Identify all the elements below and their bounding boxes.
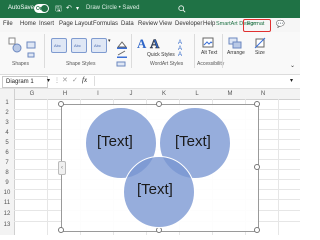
enter-icon[interactable]: ✓	[72, 76, 78, 84]
tab-page-layout[interactable]: Page Layout	[59, 21, 93, 27]
separator	[131, 34, 132, 68]
column-header[interactable]: K	[159, 91, 169, 97]
row-header[interactable]: 1	[0, 100, 14, 106]
ribbon-tabs: File Home Insert Page Layout Formulas Da…	[0, 18, 300, 32]
expand-formula-icon[interactable]: ▾	[290, 77, 293, 84]
text-outline-icon[interactable]: AAA	[178, 38, 186, 61]
row-header[interactable]: 7	[0, 160, 14, 166]
column-header[interactable]: N	[258, 91, 268, 97]
grid-line	[47, 99, 48, 235]
arrange-label: Arrange	[227, 50, 245, 56]
group-label-accessibility: Accessibility	[197, 61, 225, 67]
gallery-more-icon[interactable]: ▾	[108, 38, 111, 44]
row-header[interactable]: 5	[0, 140, 14, 146]
tab-view[interactable]: View	[159, 21, 172, 27]
separator	[194, 34, 195, 68]
resize-handle[interactable]	[58, 227, 64, 233]
resize-handle[interactable]	[254, 227, 260, 233]
alt-text-label: Alt Text	[201, 50, 218, 56]
tab-review[interactable]: Review	[138, 21, 158, 27]
shape-effects-icon[interactable]	[116, 54, 128, 72]
document-title: Draw Circle • Saved	[86, 5, 140, 11]
row-header[interactable]: 10	[0, 190, 14, 196]
row-header[interactable]: 4	[0, 130, 14, 136]
column-header[interactable]: G	[27, 91, 37, 97]
shape-style-3[interactable]: Abc	[91, 38, 107, 53]
comments-icon[interactable]: 💬	[276, 20, 285, 28]
svg-text:A: A	[178, 52, 182, 56]
formula-bar: Diagram 1 ▾ ⋮ ✕ ✓ fx ▾	[0, 75, 300, 89]
column-header[interactable]: L	[192, 91, 202, 97]
search-icon[interactable]	[178, 5, 186, 15]
venn-circle-2-text[interactable]: [Text]	[175, 133, 211, 150]
group-label-shapes: Shapes	[12, 61, 29, 67]
tab-insert[interactable]: Insert	[39, 21, 54, 27]
name-box-dropdown-icon[interactable]: ▾	[47, 77, 50, 84]
row-header[interactable]: 9	[0, 180, 14, 186]
row-header[interactable]: 2	[0, 110, 14, 116]
tab-file[interactable]: File	[3, 21, 13, 27]
resize-handle[interactable]	[254, 164, 260, 170]
shape-style-1[interactable]: Abc	[51, 38, 67, 53]
venn-circle-3-text[interactable]: [Text]	[137, 181, 173, 198]
column-header[interactable]: H	[60, 91, 70, 97]
resize-handle[interactable]	[156, 101, 162, 107]
grid-line	[278, 99, 279, 235]
column-header[interactable]: I	[93, 91, 103, 97]
row-header[interactable]: 12	[0, 211, 14, 217]
group-label-wordart-styles: WordArt Styles	[150, 61, 184, 67]
resize-handle[interactable]	[254, 101, 260, 107]
autosave-label: AutoSave	[8, 5, 35, 11]
group-label-shape-styles: Shape Styles	[66, 61, 96, 67]
text-fill-icon[interactable]: A	[137, 36, 146, 52]
select-all-corner[interactable]	[0, 89, 15, 99]
wordart-quick-styles-icon[interactable]: A	[150, 36, 160, 52]
more-icon[interactable]: ▾	[76, 5, 79, 12]
quick-styles-label: Quick Styles	[147, 52, 175, 58]
tab-data[interactable]: Data	[121, 21, 134, 27]
options-icon[interactable]: ⋮	[54, 77, 60, 84]
separator	[222, 34, 223, 68]
insert-function-icon[interactable]: fx	[82, 76, 87, 84]
venn-circle-1-text[interactable]: [Text]	[97, 133, 133, 150]
column-header[interactable]: J	[126, 91, 136, 97]
size-label: Size	[255, 50, 265, 56]
row-header[interactable]: 11	[0, 200, 14, 206]
shape-style-2[interactable]: Abc	[71, 38, 87, 53]
cancel-icon[interactable]: ✕	[62, 76, 68, 84]
tab-formulas[interactable]: Formulas	[93, 21, 118, 27]
row-header[interactable]: 13	[0, 222, 14, 228]
title-bar: AutoSave On 🖫 ↶ ▾ Draw Circle • Saved	[0, 0, 300, 18]
column-header[interactable]: M	[225, 91, 235, 97]
row-header[interactable]: 6	[0, 150, 14, 156]
resize-handle[interactable]	[58, 101, 64, 107]
save-icon[interactable]: 🖫	[55, 3, 62, 17]
text-pane-toggle[interactable]: ‹	[58, 161, 66, 175]
separator	[44, 34, 45, 68]
column-headers: G H I J K L M N	[0, 89, 300, 100]
formula-input[interactable]	[94, 76, 285, 86]
ribbon: Shapes Abc Abc Abc ▾ Shape Styles A A Qu…	[0, 32, 300, 75]
row-header[interactable]: 8	[0, 170, 14, 176]
autosave-toggle[interactable]: On	[34, 4, 49, 13]
tab-home[interactable]: Home	[20, 21, 36, 27]
ribbon-collapse-icon[interactable]: ⌄	[290, 62, 295, 69]
row-headers: 1 2 3 4 5 6 7 8 9 10 11 12 13	[0, 99, 15, 235]
tab-developer[interactable]: Developer	[175, 21, 202, 27]
row-header[interactable]: 3	[0, 120, 14, 126]
name-box-value: Diagram 1	[6, 78, 34, 85]
format-tab-highlight	[243, 19, 271, 32]
name-box[interactable]: Diagram 1	[2, 76, 48, 88]
undo-icon[interactable]: ↶	[66, 4, 72, 12]
tab-help[interactable]: Help	[203, 21, 215, 27]
change-shape-icon[interactable]	[8, 36, 22, 59]
